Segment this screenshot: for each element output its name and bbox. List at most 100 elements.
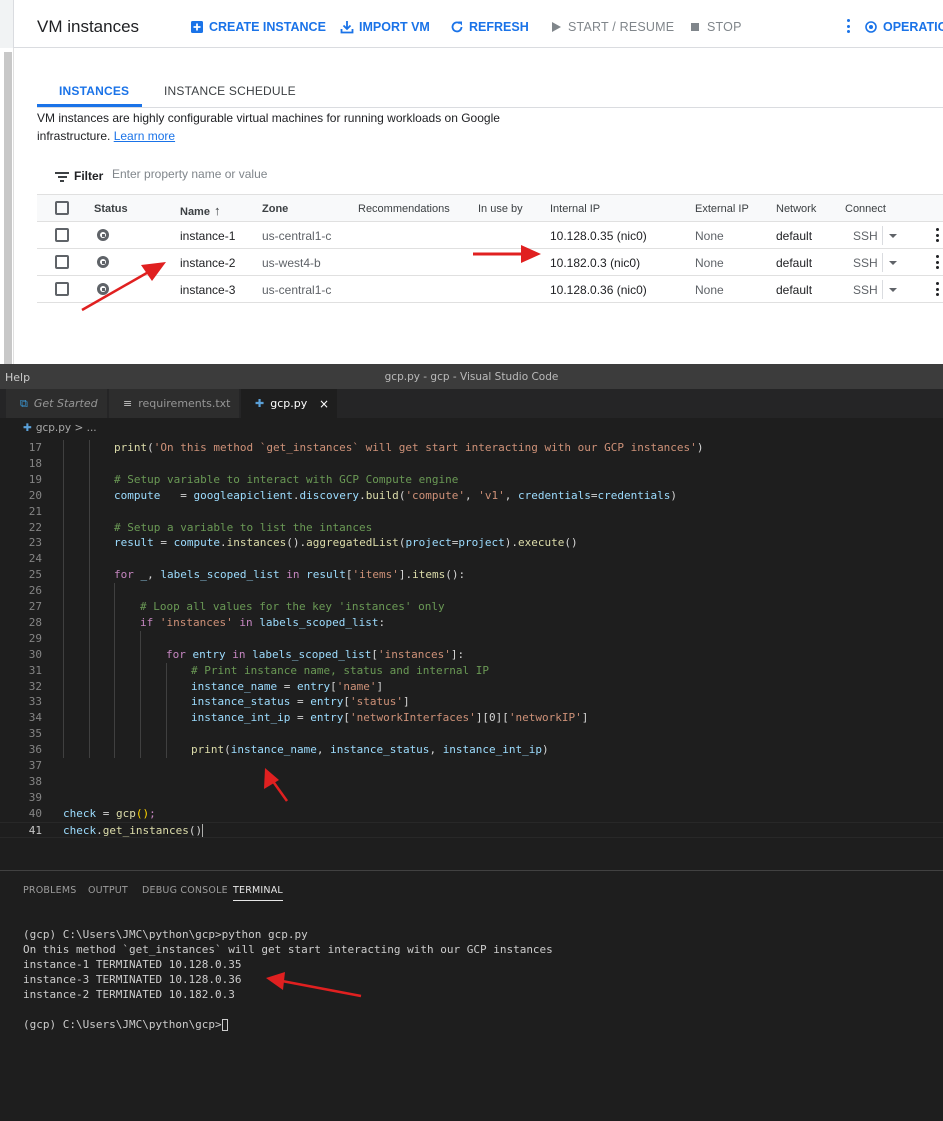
col-network[interactable]: Network bbox=[776, 203, 816, 215]
code-token: : bbox=[378, 615, 386, 629]
code-line[interactable]: 20 compute = googleapiclient.discovery.bu… bbox=[0, 487, 943, 504]
code-line[interactable]: 37 bbox=[0, 758, 943, 774]
panel-tab-problems[interactable]: PROBLEMS bbox=[23, 885, 76, 896]
panel-tab-output[interactable]: OUTPUT bbox=[88, 885, 128, 896]
ssh-dropdown-icon[interactable] bbox=[882, 280, 902, 299]
line-number: 40 bbox=[28, 806, 42, 820]
col-connect[interactable]: Connect bbox=[845, 203, 886, 215]
terminal-output[interactable]: (gcp) C:\Users\JMC\python\gcp>python gcp… bbox=[23, 927, 553, 1032]
code-token: for bbox=[166, 647, 186, 661]
page-description: VM instances are highly configurable vir… bbox=[37, 109, 517, 145]
tab-instance-schedule[interactable]: INSTANCE SCHEDULE bbox=[164, 84, 296, 98]
more-vert-icon[interactable] bbox=[936, 255, 940, 271]
description-text: VM instances are highly configurable vir… bbox=[37, 111, 500, 143]
start-resume-button[interactable]: START / RESUME bbox=[549, 20, 674, 34]
code-token: ]: bbox=[450, 647, 465, 661]
scrollbar[interactable] bbox=[4, 52, 12, 364]
code-line[interactable]: 24 bbox=[0, 551, 943, 568]
code-token: # Loop all values for the key 'instances… bbox=[140, 600, 445, 613]
code-line[interactable]: 21 bbox=[0, 503, 943, 520]
code-line[interactable]: 18 bbox=[0, 455, 943, 472]
col-internal-ip[interactable]: Internal IP bbox=[550, 203, 600, 215]
code-line[interactable]: 27 # Loop all values for the key 'instanc… bbox=[0, 599, 943, 615]
ssh-button[interactable]: SSH bbox=[853, 256, 878, 270]
indent-guide bbox=[89, 535, 90, 552]
more-vert-icon[interactable] bbox=[936, 228, 940, 244]
network-link[interactable]: default bbox=[776, 256, 812, 270]
code-line[interactable]: 32 instance_name = entry['name'] bbox=[0, 678, 943, 695]
nic-link[interactable]: (nic0) bbox=[617, 229, 647, 243]
code-line[interactable]: 29 bbox=[0, 630, 943, 647]
code-line[interactable]: 19 # Setup variable to interact with GCP … bbox=[0, 471, 943, 488]
line-number: 18 bbox=[28, 456, 42, 470]
table-row[interactable]: instance-1 us-central1-c 10.128.0.35 (nic0… bbox=[37, 222, 943, 249]
code-line[interactable]: 40 check = gcp(); bbox=[0, 806, 943, 822]
panel-tab-terminal[interactable]: TERMINAL bbox=[233, 885, 283, 901]
instance-name[interactable]: instance-1 bbox=[180, 229, 235, 243]
operations-button[interactable]: OPERATION bbox=[864, 20, 943, 34]
nic-link[interactable]: (nic0) bbox=[610, 256, 640, 270]
instance-name[interactable]: instance-3 bbox=[180, 283, 235, 297]
breadcrumb[interactable]: ✚ gcp.py > ... bbox=[0, 418, 943, 438]
ssh-dropdown-icon[interactable] bbox=[882, 253, 902, 272]
code-line[interactable]: 33 instance_status = entry['status'] bbox=[0, 694, 943, 711]
code-line[interactable]: 30 for entry in labels_scoped_list['insta… bbox=[0, 646, 943, 663]
indent-guide bbox=[89, 694, 90, 711]
line-number: 33 bbox=[28, 695, 42, 709]
row-checkbox[interactable] bbox=[55, 228, 69, 242]
line-number: 30 bbox=[28, 647, 42, 661]
import-vm-button[interactable]: IMPORT VM bbox=[340, 20, 430, 34]
refresh-button[interactable]: REFRESH bbox=[450, 20, 529, 34]
col-in-use-by[interactable]: In use by bbox=[478, 203, 523, 215]
indent-guide bbox=[166, 726, 167, 743]
code-line[interactable]: 38 bbox=[0, 774, 943, 790]
code-line[interactable]: 36 print(instance_name, instance_status, … bbox=[0, 742, 943, 759]
select-all-checkbox[interactable] bbox=[55, 201, 69, 215]
code-token: 'networkIP' bbox=[508, 711, 582, 725]
ssh-button[interactable]: SSH bbox=[853, 229, 878, 243]
network-link[interactable]: default bbox=[776, 283, 812, 297]
close-icon[interactable]: × bbox=[319, 397, 329, 411]
code-line[interactable]: 17 print('On this method `get_instances` … bbox=[0, 440, 943, 456]
code-line[interactable]: 22 # Setup a variable to list the intance… bbox=[0, 519, 943, 536]
ssh-dropdown-icon[interactable] bbox=[882, 226, 902, 245]
more-vert-icon[interactable] bbox=[936, 282, 940, 298]
vm-instances-table: Status Name ↑ Zone Recommendations In use… bbox=[37, 194, 943, 303]
col-name[interactable]: Name ↑ bbox=[180, 203, 220, 218]
code-line[interactable]: 35 bbox=[0, 726, 943, 743]
indent-guide bbox=[89, 646, 90, 663]
tab-gcp-py[interactable]: ✚ gcp.py × bbox=[241, 389, 338, 418]
panel-tab-debug-console[interactable]: DEBUG CONSOLE bbox=[142, 885, 228, 896]
nic-link[interactable]: (nic0) bbox=[617, 283, 647, 297]
col-recommendations[interactable]: Recommendations bbox=[358, 203, 450, 215]
ssh-button[interactable]: SSH bbox=[853, 283, 878, 297]
tab-instances[interactable]: INSTANCES bbox=[59, 84, 129, 98]
code-editor[interactable]: 17 print('On this method `get_instances` … bbox=[0, 438, 943, 868]
code-line[interactable]: 28 if 'instances' in labels_scoped_list: bbox=[0, 614, 943, 631]
col-external-ip[interactable]: External IP bbox=[695, 203, 749, 215]
tab-requirements[interactable]: ≡ requirements.txt bbox=[109, 389, 240, 418]
learn-more-link[interactable]: Learn more bbox=[114, 129, 175, 143]
code-line[interactable]: 39 bbox=[0, 790, 943, 806]
create-instance-button[interactable]: CREATE INSTANCE bbox=[190, 20, 326, 34]
more-vert-icon[interactable] bbox=[845, 18, 851, 34]
code-token: = bbox=[290, 711, 311, 725]
code-line[interactable]: 25 for _, labels_scoped_list in result['i… bbox=[0, 567, 943, 584]
table-row[interactable]: instance-3 us-central1-c 10.128.0.36 (nic0… bbox=[37, 276, 943, 303]
stop-button[interactable]: STOP bbox=[688, 20, 742, 34]
code-token: instance_status bbox=[191, 695, 291, 709]
table-row[interactable]: instance-2 us-west4-b 10.182.0.3 (nic0) Non… bbox=[37, 249, 943, 276]
code-line[interactable]: 31 # Print instance name, status and inte… bbox=[0, 662, 943, 679]
network-link[interactable]: default bbox=[776, 229, 812, 243]
filter-input[interactable] bbox=[112, 167, 412, 181]
code-line[interactable]: 23 result = compute.instances().aggregate… bbox=[0, 535, 943, 552]
code-line[interactable]: 26 bbox=[0, 583, 943, 600]
code-line[interactable]: 41 check.get_instances() bbox=[0, 821, 943, 838]
row-checkbox[interactable] bbox=[55, 255, 69, 269]
code-line[interactable]: 34 instance_int_ip = entry['networkInterf… bbox=[0, 710, 943, 727]
instance-name[interactable]: instance-2 bbox=[180, 256, 235, 270]
tab-get-started[interactable]: ⧉ Get Started bbox=[6, 389, 108, 418]
row-checkbox[interactable] bbox=[55, 282, 69, 296]
col-status[interactable]: Status bbox=[94, 203, 128, 215]
col-zone[interactable]: Zone bbox=[262, 203, 288, 215]
